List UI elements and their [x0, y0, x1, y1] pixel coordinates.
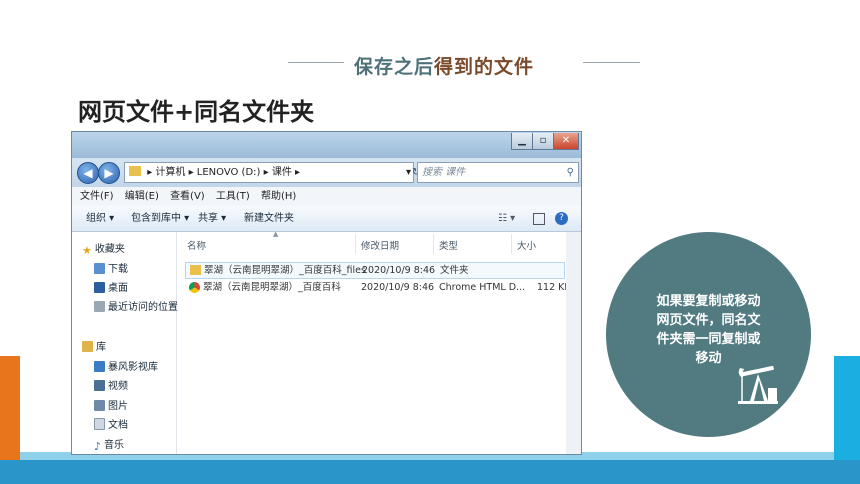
desktop-icon — [94, 282, 105, 293]
help-icon[interactable]: ? — [555, 212, 568, 225]
chrome-icon — [189, 282, 200, 293]
preview-pane-icon[interactable] — [533, 213, 545, 225]
include-in-library-button[interactable]: 包含到库中 ▾ — [131, 206, 189, 231]
note-line: 网页文件，同名文 — [656, 313, 761, 328]
address-dropdown-icon[interactable]: ▾ — [406, 163, 411, 182]
nav-libraries-label: 库 — [96, 342, 106, 353]
videos-icon — [94, 380, 105, 391]
file-name: 翠湖（云南昆明翠湖）_百度百科 — [203, 282, 341, 293]
nav-desktop[interactable]: 桌面 — [94, 281, 128, 297]
breadcrumb-separator: ▸ — [188, 167, 197, 178]
column-divider — [433, 234, 434, 254]
close-button[interactable]: ✕ — [553, 133, 579, 150]
column-header-size[interactable]: 大小 — [517, 238, 536, 252]
share-button[interactable]: 共享 ▾ — [198, 206, 226, 231]
oil-pump-icon — [738, 365, 778, 404]
slide-title-part2: 得到的文件 — [434, 56, 535, 78]
nav-downloads-label: 下载 — [108, 264, 128, 275]
slide-title-part1: 保存之后 — [354, 56, 435, 78]
file-list: 名称 ▲ 修改日期 类型 大小 翠湖（云南昆明翠湖）_百度百科_files 20… — [177, 230, 581, 454]
nav-storm-library[interactable]: 暴风影视库 — [94, 360, 158, 376]
menu-bar: 文件(F) 编辑(E) 查看(V) 工具(T) 帮助(H) — [72, 187, 581, 206]
nav-libraries[interactable]: 库 — [82, 340, 106, 356]
address-bar[interactable]: ▸ 计算机 ▸ LENOVO (D:) ▸ 课件 ▸ ▾ — [124, 162, 414, 183]
breadcrumb-drive[interactable]: LENOVO (D:) — [197, 167, 261, 178]
nav-videos-label: 视频 — [108, 381, 128, 392]
title-left-rule — [288, 62, 344, 63]
slide-title: 保存之后得到的文件 — [354, 52, 534, 79]
documents-icon — [94, 418, 105, 430]
menu-edit[interactable]: 编辑(E) — [125, 191, 159, 202]
organize-button[interactable]: 组织 ▾ — [86, 206, 114, 231]
file-type: Chrome HTML D... — [439, 282, 526, 293]
nav-pictures-label: 图片 — [108, 401, 128, 412]
nav-documents[interactable]: 文档 — [94, 418, 128, 434]
menu-file[interactable]: 文件(F) — [80, 191, 114, 202]
video-library-icon — [94, 361, 105, 372]
nav-documents-label: 文档 — [108, 420, 128, 431]
note-line: 件夹需一同复制或 — [656, 332, 761, 347]
nav-downloads[interactable]: 下载 — [94, 262, 128, 278]
explorer-window: ▁ ▫ ✕ ◀ ▶ ▸ 计算机 ▸ LENOVO (D:) ▸ 课件 ▸ ▾ ↻… — [71, 131, 582, 455]
music-icon: ♪ — [94, 440, 102, 453]
title-right-rule — [583, 62, 640, 63]
breadcrumb-computer[interactable]: 计算机 — [155, 167, 185, 178]
back-button[interactable]: ◀ — [77, 162, 99, 184]
new-folder-button[interactable]: 新建文件夹 — [244, 206, 294, 231]
nav-favorites-label: 收藏夹 — [94, 244, 125, 255]
menu-help[interactable]: 帮助(H) — [261, 191, 296, 202]
star-icon: ★ — [82, 244, 92, 257]
maximize-button[interactable]: ▫ — [532, 133, 554, 150]
nav-storm-label: 暴风影视库 — [108, 362, 158, 373]
nav-music-label: 音乐 — [104, 440, 125, 451]
breadcrumb-separator: ▸ — [263, 167, 272, 178]
address-row: ◀ ▶ ▸ 计算机 ▸ LENOVO (D:) ▸ 课件 ▸ ▾ ↻ 搜索 课件… — [72, 158, 581, 187]
navigation-pane: ★ 收藏夹 下载 桌面 最近访问的位置 库 暴风影视库 视频 图片 文档 ♪ 音乐 — [72, 232, 178, 454]
search-input[interactable]: 搜索 课件 ⚲ — [417, 162, 579, 183]
column-header-date[interactable]: 修改日期 — [361, 238, 399, 252]
libraries-icon — [82, 341, 93, 352]
file-type: 文件夹 — [440, 265, 469, 276]
blue-bottom-band — [0, 460, 860, 484]
column-header-name[interactable]: 名称 — [187, 238, 206, 252]
minimize-button[interactable]: ▁ — [511, 133, 533, 150]
note-text: 如果要复制或移动 网页文件，同名文 件夹需一同复制或 移动 — [631, 292, 786, 368]
menu-tools[interactable]: 工具(T) — [216, 191, 250, 202]
breadcrumb-folder[interactable]: 课件 — [272, 167, 292, 178]
view-options-icon[interactable]: ☷ ▾ — [498, 206, 515, 231]
nav-favorites[interactable]: ★ 收藏夹 — [82, 242, 125, 258]
nav-recent[interactable]: 最近访问的位置 — [94, 300, 178, 316]
recent-places-icon — [94, 301, 105, 312]
forward-button[interactable]: ▶ — [98, 162, 120, 184]
folder-icon — [190, 265, 201, 275]
downloads-icon — [94, 263, 105, 274]
file-row[interactable]: 翠湖（云南昆明翠湖）_百度百科_files 2020/10/9 8:46 文件夹 — [185, 262, 565, 279]
nav-pictures[interactable]: 图片 — [94, 399, 128, 415]
command-toolbar: 组织 ▾ 包含到库中 ▾ 共享 ▾ 新建文件夹 ☷ ▾ ? — [72, 206, 581, 232]
breadcrumb-separator: ▸ — [295, 167, 301, 178]
file-date: 2020/10/9 8:46 — [361, 282, 435, 293]
sort-arrow-icon: ▲ — [273, 230, 279, 238]
nav-videos[interactable]: 视频 — [94, 379, 128, 395]
file-date: 2020/10/9 8:46 — [362, 265, 436, 276]
nav-desktop-label: 桌面 — [108, 283, 128, 294]
file-name: 翠湖（云南昆明翠湖）_百度百科_files — [204, 265, 366, 276]
column-divider — [355, 234, 356, 254]
folder-icon — [129, 166, 141, 176]
search-placeholder: 搜索 课件 — [422, 167, 466, 178]
slide-subtitle: 网页文件+同名文件夹 — [78, 98, 315, 126]
vertical-scrollbar[interactable] — [566, 232, 581, 454]
nav-recent-label: 最近访问的位置 — [108, 302, 178, 313]
column-header-type[interactable]: 类型 — [439, 238, 458, 252]
window-titlebar: ▁ ▫ ✕ — [72, 132, 581, 158]
note-line: 如果要复制或移动 — [656, 294, 761, 309]
pictures-icon — [94, 400, 105, 411]
menu-view[interactable]: 查看(V) — [170, 191, 205, 202]
search-icon: ⚲ — [566, 167, 574, 178]
file-row[interactable]: 翠湖（云南昆明翠湖）_百度百科 2020/10/9 8:46 Chrome HT… — [185, 280, 571, 295]
column-divider — [511, 234, 512, 254]
nav-music[interactable]: ♪ 音乐 — [94, 438, 124, 454]
